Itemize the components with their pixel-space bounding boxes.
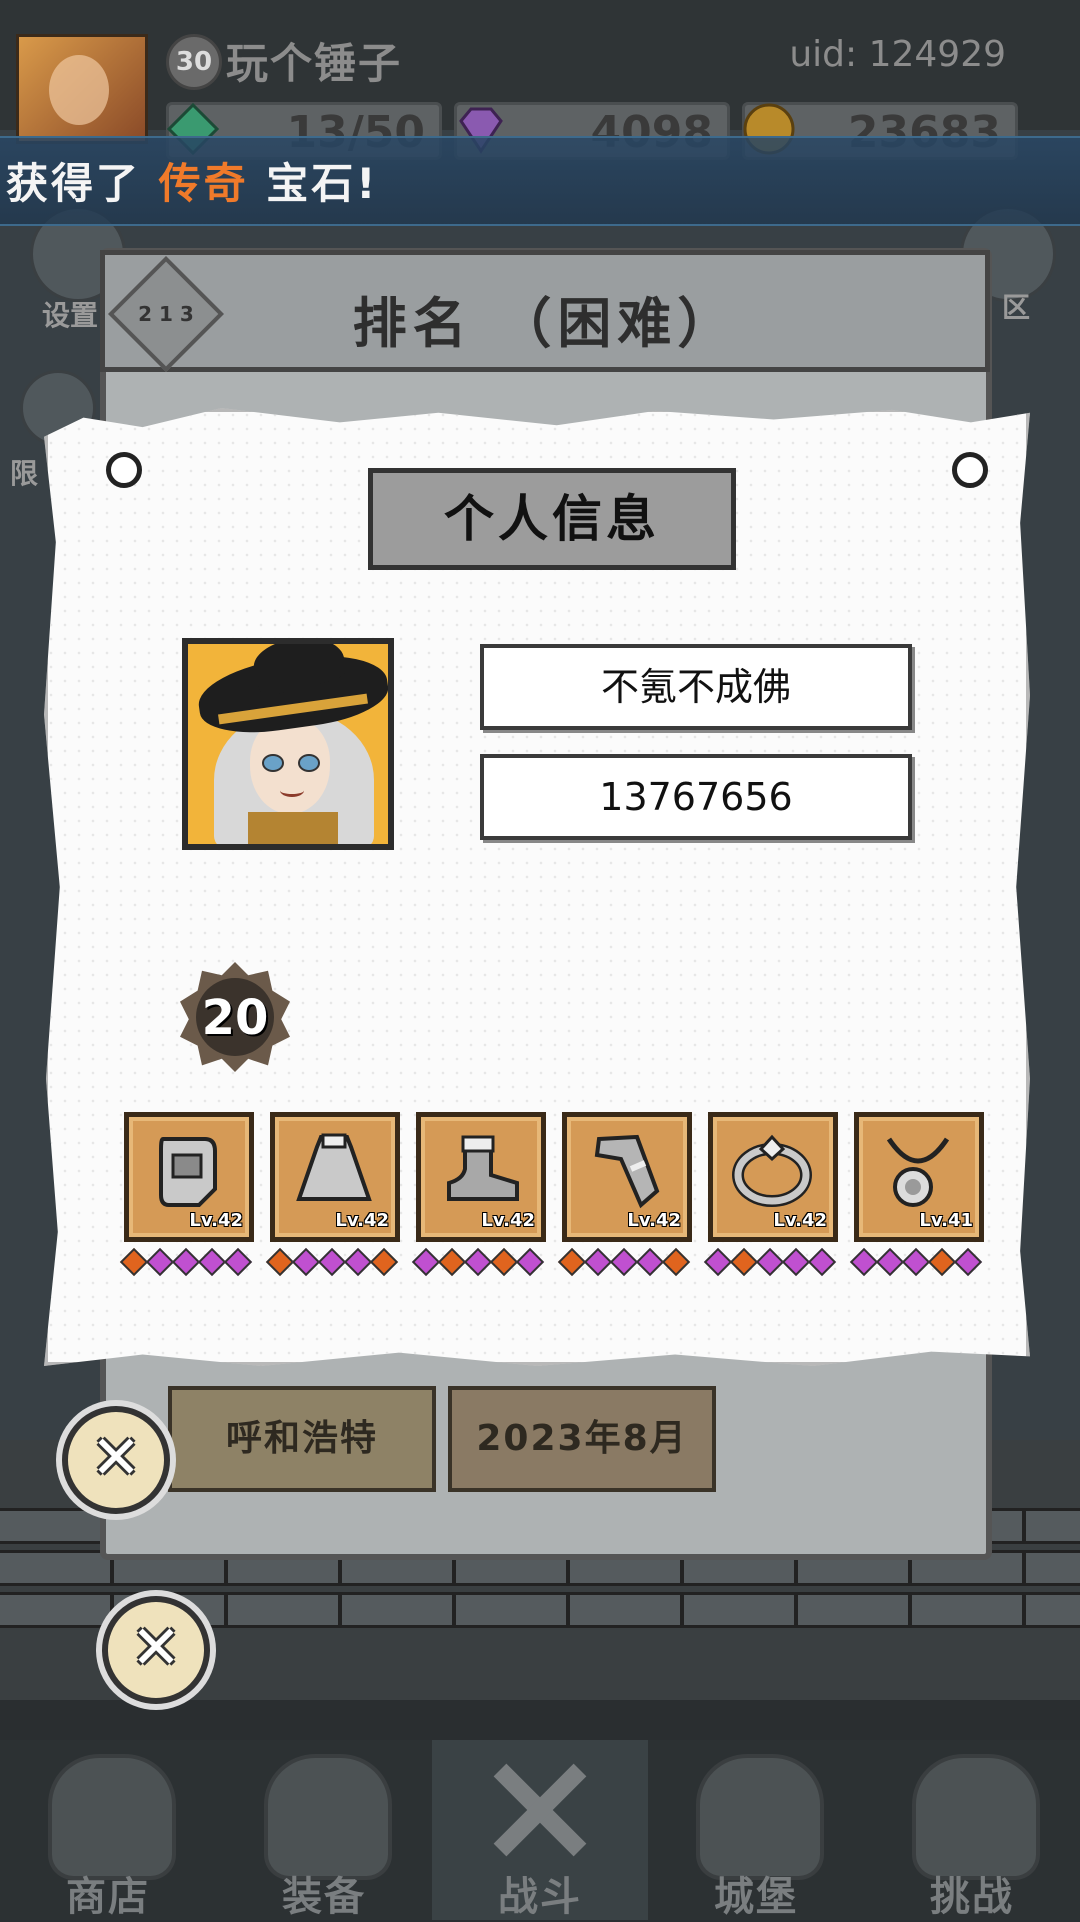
player-name: 玩个锤子 bbox=[226, 39, 403, 88]
gem-pip-icon bbox=[557, 1247, 587, 1277]
gem-pip-icon bbox=[635, 1247, 665, 1277]
banner-legendary: 传奇 bbox=[158, 159, 249, 208]
gem-pip-icon bbox=[119, 1247, 149, 1277]
castle-icon bbox=[696, 1754, 824, 1880]
profile-name-field: 不氪不成佛 bbox=[480, 644, 912, 730]
profile-score-field: 13767656 bbox=[480, 754, 912, 840]
gem-pip-icon bbox=[755, 1247, 785, 1277]
gem-pip-row bbox=[849, 1247, 983, 1277]
nav-battle-label: 战斗 bbox=[498, 1874, 582, 1920]
gem-pip-icon bbox=[463, 1247, 493, 1277]
gem-pip-icon bbox=[661, 1247, 691, 1277]
equip-level: Lv.42 bbox=[773, 1210, 827, 1231]
pin-icon bbox=[106, 452, 142, 488]
close-profile-button[interactable]: ✕ bbox=[62, 1406, 170, 1514]
gem-pip-row bbox=[265, 1247, 399, 1277]
nav-castle[interactable]: 城堡 bbox=[648, 1740, 864, 1920]
gem-pip-row bbox=[411, 1247, 545, 1277]
player-avatar[interactable] bbox=[16, 34, 148, 144]
gem-pip-icon bbox=[781, 1247, 811, 1277]
gem-pip-icon bbox=[265, 1247, 295, 1277]
gem-pip-icon bbox=[197, 1247, 227, 1277]
equip-level: Lv.42 bbox=[335, 1210, 389, 1231]
rank-header: 2 1 3 排名 （困难） bbox=[100, 250, 990, 372]
notification-banner: 获得了 传奇 宝石! bbox=[0, 136, 1080, 226]
shop-icon bbox=[48, 1754, 176, 1880]
rank-title: 排名 （困难） bbox=[352, 292, 738, 355]
shield-icon bbox=[912, 1754, 1040, 1880]
equip-slot-boots[interactable]: Lv.42 bbox=[416, 1112, 546, 1242]
settings-label: 设置 bbox=[42, 299, 99, 332]
close-icon: ✕ bbox=[130, 1613, 182, 1683]
profile-portrait bbox=[182, 638, 394, 850]
gem-pip-icon bbox=[901, 1247, 931, 1277]
gem-pip-icon bbox=[609, 1247, 639, 1277]
nav-shop-label: 商店 bbox=[66, 1874, 150, 1920]
helmet-icon bbox=[159, 1137, 217, 1207]
nav-shop[interactable]: 商店 bbox=[0, 1740, 216, 1920]
gem-pip-icon bbox=[875, 1247, 905, 1277]
gem-pip-icon bbox=[489, 1247, 519, 1277]
gem-pip-icon bbox=[317, 1247, 347, 1277]
gem-pip-icon bbox=[369, 1247, 399, 1277]
close-icon: ✕ bbox=[90, 1423, 142, 1493]
equip-level: Lv.42 bbox=[481, 1210, 535, 1231]
backpack-icon bbox=[264, 1754, 392, 1880]
boots-icon bbox=[447, 1135, 519, 1201]
nav-challenge[interactable]: 挑战 bbox=[864, 1740, 1080, 1920]
gem-pip-icon bbox=[927, 1247, 957, 1277]
equip-level: Lv.42 bbox=[189, 1210, 243, 1231]
banner-prefix: 获得了 bbox=[6, 159, 159, 208]
equip-slot-ring[interactable]: Lv.42 bbox=[708, 1112, 838, 1242]
gem-pip-icon bbox=[515, 1247, 545, 1277]
banner-suffix: 宝石! bbox=[248, 159, 379, 208]
gem-pip-row bbox=[119, 1247, 253, 1277]
gem-pip-row bbox=[557, 1247, 691, 1277]
player-uid: uid: 124929 bbox=[789, 34, 1006, 75]
ring-icon bbox=[732, 1134, 812, 1207]
equip-slot-cape[interactable]: Lv.42 bbox=[270, 1112, 400, 1242]
cape-icon bbox=[296, 1133, 372, 1201]
top-bar: 30 玩个锤子 uid: 124929 13/50 4098 23683 bbox=[0, 0, 1080, 160]
pin-icon bbox=[952, 452, 988, 488]
limited-label: 限 bbox=[10, 457, 39, 490]
gem-pip-icon bbox=[171, 1247, 201, 1277]
equip-slot-bracer[interactable]: Lv.42 bbox=[562, 1112, 692, 1242]
equip-level: Lv.42 bbox=[627, 1210, 681, 1231]
equip-level: Lv.41 bbox=[919, 1210, 973, 1231]
gem-pip-icon bbox=[703, 1247, 733, 1277]
nav-castle-label: 城堡 bbox=[714, 1874, 798, 1920]
crossed-swords-icon bbox=[493, 1763, 587, 1857]
close-rank-button[interactable]: ✕ bbox=[102, 1596, 210, 1704]
gem-pip-icon bbox=[223, 1247, 253, 1277]
gem-pip-icon bbox=[729, 1247, 759, 1277]
profile-level: 20 bbox=[201, 990, 269, 1046]
nav-equipment[interactable]: 装备 bbox=[216, 1740, 432, 1920]
gem-pip-icon bbox=[343, 1247, 373, 1277]
gem-pip-icon bbox=[411, 1247, 441, 1277]
equip-slot-helmet[interactable]: Lv.42 bbox=[124, 1112, 254, 1242]
city-button[interactable]: 呼和浩特 bbox=[168, 1386, 436, 1492]
amulet-icon bbox=[886, 1137, 950, 1207]
gem-pip-row bbox=[703, 1247, 837, 1277]
player-level-badge: 30 bbox=[166, 34, 222, 90]
bottom-nav: 商店 装备 战斗 城堡 挑战 bbox=[0, 1740, 1080, 1920]
gem-pip-icon bbox=[953, 1247, 983, 1277]
profile-section-title: 个人信息 bbox=[368, 468, 736, 570]
server-label: 区 bbox=[1002, 291, 1031, 324]
nav-battle[interactable]: 战斗 bbox=[432, 1740, 648, 1920]
gem-pip-icon bbox=[437, 1247, 467, 1277]
bracer-icon bbox=[594, 1134, 660, 1209]
gem-pip-icon bbox=[291, 1247, 321, 1277]
gem-pip-icon bbox=[583, 1247, 613, 1277]
equip-slot-amulet[interactable]: Lv.41 bbox=[854, 1112, 984, 1242]
date-button[interactable]: 2023年8月 bbox=[448, 1386, 716, 1492]
gem-pip-icon bbox=[849, 1247, 879, 1277]
nav-equipment-label: 装备 bbox=[282, 1874, 366, 1920]
nav-challenge-label: 挑战 bbox=[930, 1874, 1014, 1920]
gem-pip-icon bbox=[807, 1247, 837, 1277]
gem-pip-icon bbox=[145, 1247, 175, 1277]
